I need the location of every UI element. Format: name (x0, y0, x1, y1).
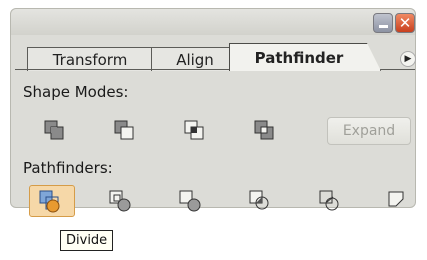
pathfinders-label: Pathfinders: (23, 159, 113, 177)
panel-titlebar[interactable] (11, 9, 415, 35)
tab-transform[interactable]: Transform (27, 47, 165, 71)
crop-icon[interactable] (247, 188, 273, 214)
minus-back-icon[interactable] (385, 188, 411, 214)
add-to-shape-area-icon[interactable] (41, 117, 67, 143)
tab-pathfinder[interactable]: Pathfinder (229, 43, 381, 71)
divide-icon[interactable] (37, 188, 63, 214)
merge-icon[interactable] (177, 188, 203, 214)
pathfinder-panel: ✕ Transform Align Pathfinder ▶ Shape Mod… (10, 8, 416, 217)
trim-icon[interactable] (107, 188, 133, 214)
intersect-shape-areas-icon[interactable] (181, 117, 207, 143)
outline-icon[interactable] (317, 188, 343, 214)
exclude-overlapping-shape-areas-icon[interactable] (251, 117, 277, 143)
subtract-from-shape-area-icon[interactable] (111, 117, 137, 143)
minimize-icon[interactable] (373, 13, 393, 33)
panel-tabs: Transform Align Pathfinder (23, 43, 383, 71)
divide-tooltip: Divide (60, 230, 114, 251)
close-icon[interactable]: ✕ (395, 13, 415, 33)
panel-menu-arrow-icon[interactable]: ▶ (400, 51, 416, 67)
shape-modes-label: Shape Modes: (23, 83, 129, 101)
expand-button[interactable]: Expand (327, 117, 411, 145)
